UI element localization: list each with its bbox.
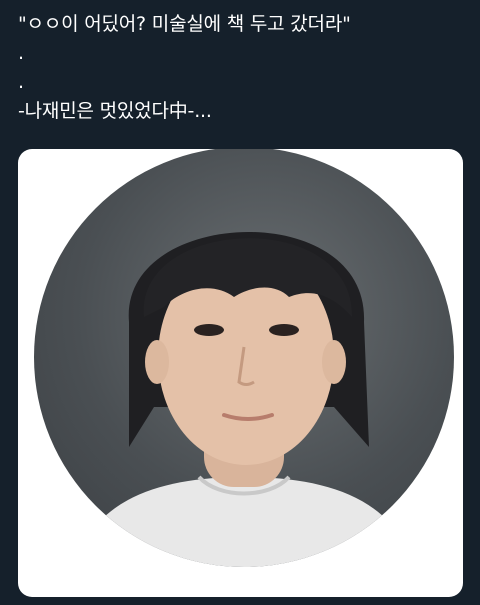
- shirt-shape: [74, 477, 414, 567]
- portrait-illustration: [74, 231, 414, 567]
- tweet-line-dot-2: .: [18, 71, 24, 93]
- tweet-text: "ㅇㅇ이 어딨어? 미술실에 책 두고 갔더라" . . -나재민은 멋있었다中…: [18, 10, 468, 126]
- tweet-line-dot-1: .: [18, 42, 24, 64]
- tweet-media-card[interactable]: [18, 149, 463, 597]
- tweet-line-signature: -나재민은 멋있었다中-...: [18, 100, 212, 122]
- tweet-line-quote: "ㅇㅇ이 어딨어? 미술실에 책 두고 갔더라": [18, 13, 351, 35]
- profile-photo[interactable]: [34, 149, 454, 567]
